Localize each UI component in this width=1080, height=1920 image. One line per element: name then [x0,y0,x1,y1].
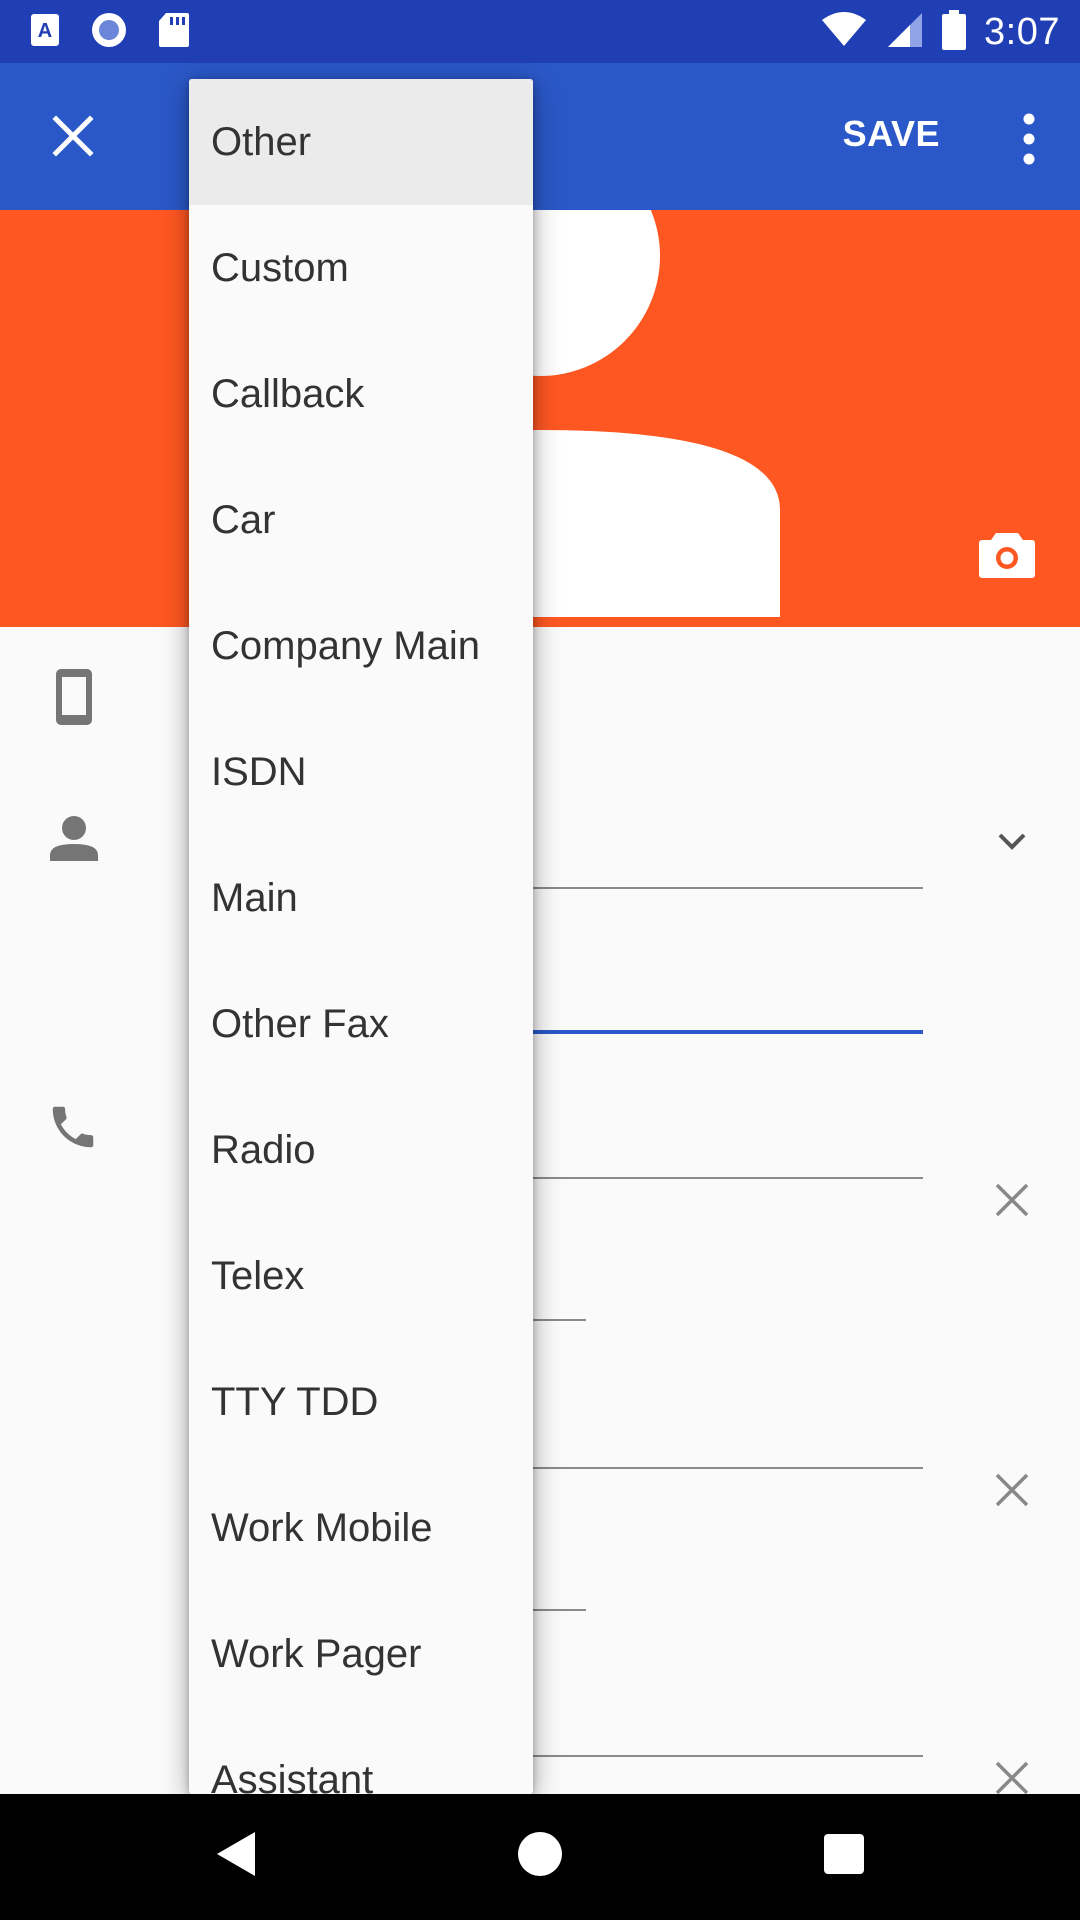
dropdown-item-other[interactable]: Other [189,79,533,205]
remove-phone-button[interactable] [994,1182,1030,1218]
person-icon [50,815,98,868]
close-icon [995,1761,1029,1795]
svg-text:A: A [38,20,52,42]
close-icon [52,115,94,157]
accessibility-a-icon: A [30,13,60,52]
camera-icon [979,533,1035,578]
close-button[interactable] [38,101,108,171]
dropdown-item-work-pager[interactable]: Work Pager [189,1591,533,1717]
dropdown-item-telex[interactable]: Telex [189,1213,533,1339]
dropdown-item-other-fax[interactable]: Other Fax [189,961,533,1087]
contact-form [0,627,1080,1796]
app-bar: SAVE [0,63,1080,210]
chevron-down-icon [998,833,1026,850]
dropdown-item-custom[interactable]: Custom [189,205,533,331]
navigation-bar [0,1794,1080,1920]
wifi-icon [820,11,868,53]
back-triangle-icon [217,1832,255,1876]
dropdown-item-work-mobile[interactable]: Work Mobile [189,1465,533,1591]
more-options-button[interactable] [1014,109,1044,169]
phone-type-dropdown[interactable]: Other Custom Callback Car Company Main I… [189,79,533,1794]
dropdown-item-company-main[interactable]: Company Main [189,583,533,709]
more-vert-icon [1023,113,1035,165]
dropdown-item-radio[interactable]: Radio [189,1087,533,1213]
phone-device-icon [54,667,94,732]
expand-name-button[interactable] [994,823,1030,859]
close-icon [995,1473,1029,1507]
dropdown-item-callback[interactable]: Callback [189,331,533,457]
battery-icon [942,9,967,55]
home-button[interactable] [518,1832,562,1876]
dropdown-item-main[interactable]: Main [189,835,533,961]
person-silhouette-icon [300,210,780,617]
dropdown-item-car[interactable]: Car [189,457,533,583]
dropdown-item-tty-tdd[interactable]: TTY TDD [189,1339,533,1465]
remove-phone-button-3[interactable] [994,1760,1030,1796]
remove-phone-button-2[interactable] [994,1472,1030,1508]
dropdown-item-assistant[interactable]: Assistant [189,1717,533,1794]
status-bar: A 3:07 [0,0,1080,63]
cell-signal-icon [886,11,924,54]
contact-photo-area[interactable] [0,210,1080,627]
dropdown-item-isdn[interactable]: ISDN [189,709,533,835]
camera-button[interactable] [978,529,1036,579]
status-time: 3:07 [984,10,1060,53]
circle-app-icon [90,11,128,54]
close-icon [995,1183,1029,1217]
status-right-icons: 3:07 [820,9,1060,55]
sd-card-icon [158,12,190,53]
status-left-icons: A [30,12,190,52]
recents-button[interactable] [824,1834,864,1874]
phone-icon [46,1100,100,1159]
save-button[interactable]: SAVE [843,113,940,155]
back-button[interactable] [215,1830,257,1883]
